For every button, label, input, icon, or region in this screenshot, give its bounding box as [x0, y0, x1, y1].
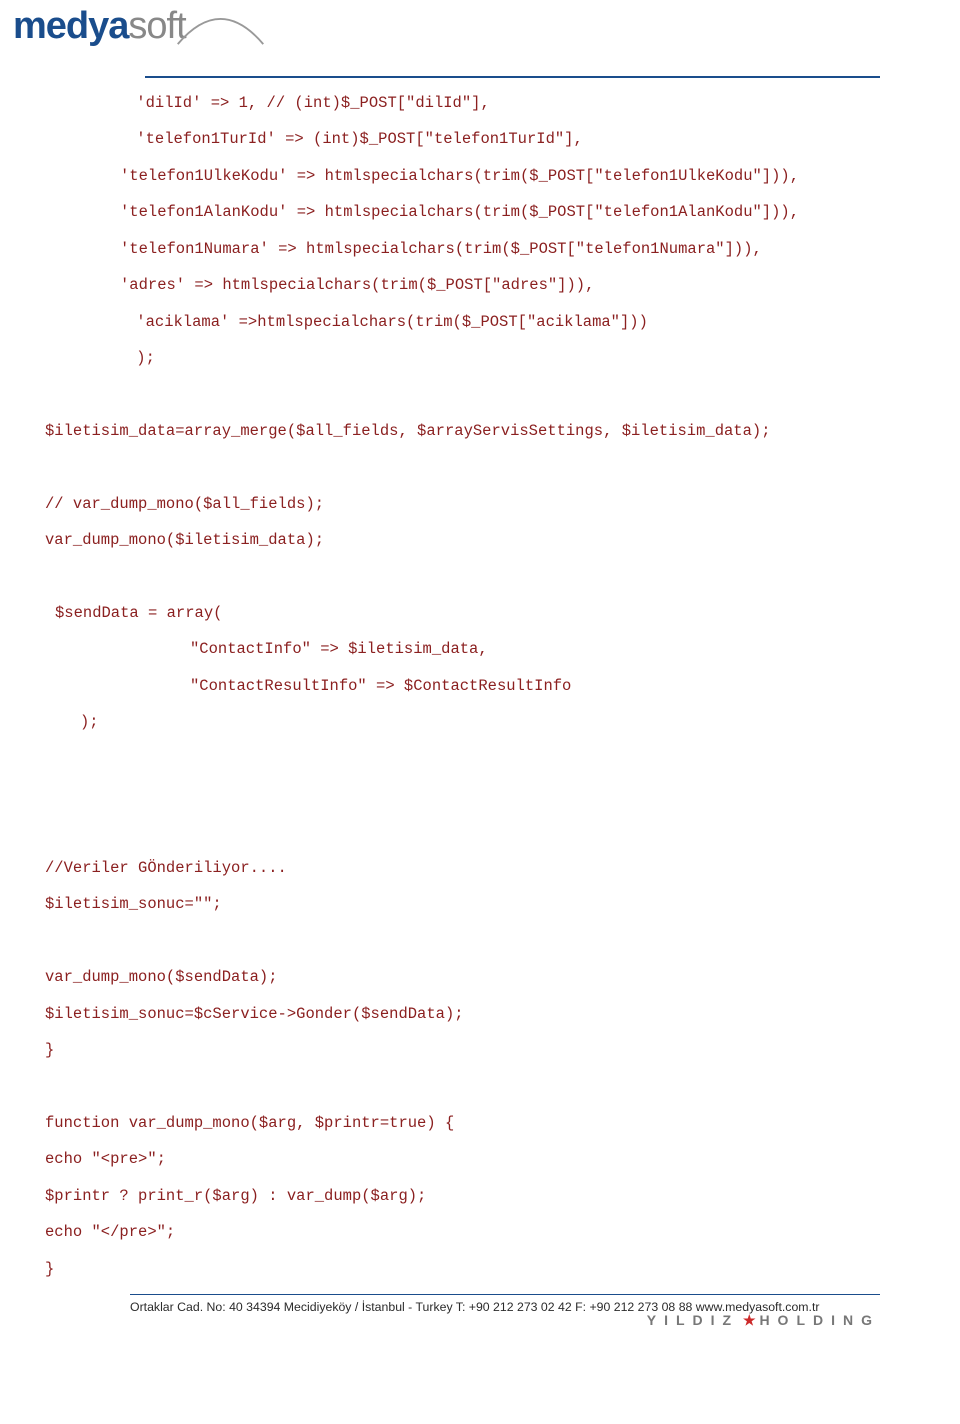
code-line: [45, 376, 900, 412]
code-line: //Veriler GÖnderiliyor....: [45, 850, 900, 886]
code-line: 'telefon1Numara' => htmlspecialchars(tri…: [45, 231, 900, 267]
holding-prefix: YILDIZ: [647, 1312, 739, 1328]
code-line: [45, 813, 900, 849]
code-line: [45, 923, 900, 959]
holding-brand: YILDIZ ★ HOLDING: [647, 1312, 880, 1329]
document-page: medyasoft 'dilId' => 1, // (int)$_POST["…: [0, 0, 960, 1424]
code-line: 'telefon1AlanKodu' => htmlspecialchars(t…: [45, 194, 900, 230]
code-line: "ContactInfo" => $iletisim_data,: [45, 631, 900, 667]
code-line: $iletisim_data=array_merge($all_fields, …: [45, 413, 900, 449]
code-line: 'telefon1UlkeKodu' => htmlspecialchars(t…: [45, 158, 900, 194]
code-line: // var_dump_mono($all_fields);: [45, 486, 900, 522]
code-line: $iletisim_sonuc="";: [45, 886, 900, 922]
code-line: $sendData = array(: [45, 595, 900, 631]
code-line: 'telefon1TurId' => (int)$_POST["telefon1…: [45, 121, 900, 157]
code-line: 'aciklama' =>htmlspecialchars(trim($_POS…: [45, 304, 900, 340]
code-line: }: [45, 1251, 900, 1287]
code-line: [45, 741, 900, 777]
code-line: );: [45, 704, 900, 740]
code-line: 'dilId' => 1, // (int)$_POST["dilId"],: [45, 85, 900, 121]
code-line: );: [45, 340, 900, 376]
code-line: [45, 777, 900, 813]
code-line: }: [45, 1032, 900, 1068]
code-line: $iletisim_sonuc=$cService->Gonder($sendD…: [45, 996, 900, 1032]
code-line: [45, 449, 900, 485]
code-line: function var_dump_mono($arg, $printr=tru…: [45, 1105, 900, 1141]
footer-divider: [130, 1294, 880, 1295]
code-line: 'adres' => htmlspecialchars(trim($_POST[…: [45, 267, 900, 303]
star-icon: ★: [739, 1312, 759, 1328]
code-line: echo "</pre>";: [45, 1214, 900, 1250]
logo-prefix: medya: [13, 5, 128, 47]
code-block: 'dilId' => 1, // (int)$_POST["dilId"], '…: [45, 85, 900, 1287]
holding-suffix: HOLDING: [759, 1312, 880, 1328]
code-line: "ContactResultInfo" => $ContactResultInf…: [45, 668, 900, 704]
code-line: echo "<pre>";: [45, 1141, 900, 1177]
logo-arc-icon: [173, 7, 268, 47]
code-line: var_dump_mono($iletisim_data);: [45, 522, 900, 558]
footer: Ortaklar Cad. No: 40 34394 Mecidiyeköy /…: [130, 1294, 880, 1314]
code-line: $printr ? print_r($arg) : var_dump($arg)…: [45, 1178, 900, 1214]
header-divider: [145, 76, 880, 78]
code-line: [45, 1068, 900, 1104]
code-line: var_dump_mono($sendData);: [45, 959, 900, 995]
code-line: [45, 558, 900, 594]
logo: medyasoft: [13, 5, 263, 80]
